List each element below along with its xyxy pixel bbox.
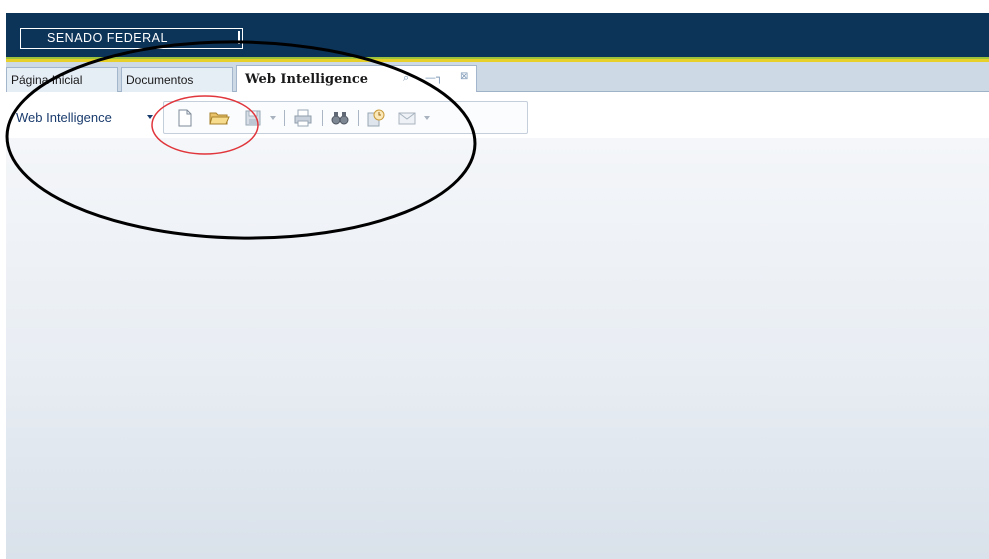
dock-icon[interactable]: —┐ bbox=[425, 71, 443, 84]
document-toolbar bbox=[163, 101, 528, 134]
tab-bar: Página Inicial Documentos Web Intelligen… bbox=[6, 62, 989, 93]
find-icon[interactable] bbox=[329, 107, 351, 129]
tab-label: Web Intelligence bbox=[245, 72, 369, 87]
save-icon[interactable] bbox=[242, 107, 264, 129]
top-strip bbox=[0, 0, 989, 13]
tab-documentos[interactable]: Documentos bbox=[121, 67, 233, 92]
send-dropdown-icon[interactable] bbox=[424, 116, 430, 120]
toolbar-divider bbox=[358, 110, 359, 126]
logo-text: SENADO FEDERAL bbox=[47, 31, 168, 45]
tab-web-intelligence[interactable]: Web Intelligence ⌕ —┐ ⊠ bbox=[236, 65, 477, 93]
toolbar-area: Web Intelligence bbox=[6, 92, 989, 138]
tab-label: Documentos bbox=[126, 73, 194, 87]
chevron-down-icon[interactable] bbox=[147, 115, 153, 119]
tab-pagina-inicial[interactable]: Página Inicial bbox=[6, 67, 118, 92]
web-intelligence-menu[interactable]: Web Intelligence bbox=[16, 110, 112, 125]
pin-icon[interactable]: ⌕ bbox=[403, 71, 409, 85]
open-folder-icon[interactable] bbox=[208, 107, 230, 129]
workspace-area bbox=[6, 138, 989, 559]
toolbar-divider bbox=[322, 110, 323, 126]
logo-mark-icon bbox=[226, 31, 240, 44]
print-icon[interactable] bbox=[292, 107, 314, 129]
schedule-icon[interactable] bbox=[365, 107, 387, 129]
toolbar-divider bbox=[284, 110, 285, 126]
senado-logo: SENADO FEDERAL bbox=[20, 28, 243, 49]
tab-label: Página Inicial bbox=[11, 73, 83, 87]
send-mail-icon[interactable] bbox=[396, 107, 418, 129]
close-icon[interactable]: ⊠ bbox=[460, 71, 468, 82]
save-dropdown-icon[interactable] bbox=[270, 116, 276, 120]
new-document-icon[interactable] bbox=[174, 107, 196, 129]
